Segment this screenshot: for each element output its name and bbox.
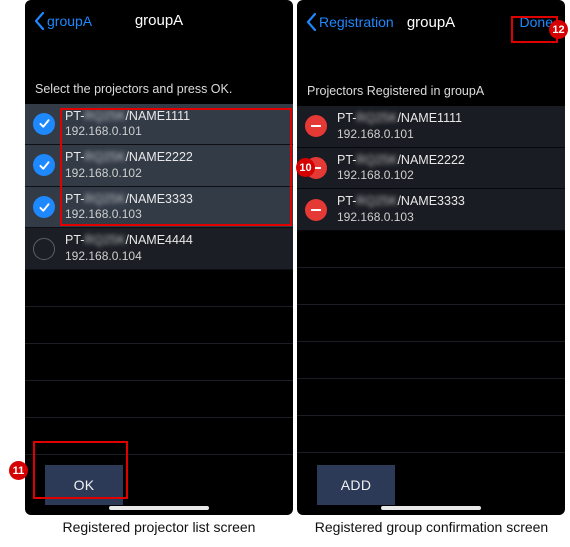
list-item[interactable]: PT-RQ25K/NAME1111 192.168.0.101 bbox=[297, 106, 565, 148]
back-label: Registration bbox=[319, 14, 394, 30]
caption-right: Registered group confirmation screen bbox=[293, 519, 570, 535]
back-button[interactable]: Registration bbox=[303, 10, 396, 34]
list-item[interactable]: PT-RQ25K/NAME3333 192.168.0.103 bbox=[25, 187, 293, 229]
prompt-text: Select the projectors and press OK. bbox=[25, 82, 293, 104]
callout-badge-11: 11 bbox=[9, 461, 28, 480]
remove-icon[interactable] bbox=[305, 199, 327, 221]
radio-empty-icon[interactable] bbox=[33, 238, 55, 260]
registered-list: PT-RQ25K/NAME1111 192.168.0.101 PT-RQ25K… bbox=[297, 106, 565, 231]
list-item[interactable]: PT-RQ25K/NAME1111 192.168.0.101 bbox=[25, 104, 293, 146]
home-indicator[interactable] bbox=[109, 506, 209, 510]
left-screen: groupA groupA Select the projectors and … bbox=[25, 0, 293, 515]
row-text: PT-RQ25K/NAME1111 192.168.0.101 bbox=[65, 109, 190, 140]
row-text: PT-RQ25K/NAME2222 192.168.0.102 bbox=[65, 150, 193, 181]
check-icon[interactable] bbox=[33, 196, 55, 218]
back-button[interactable]: groupA bbox=[31, 9, 94, 33]
navbar: groupA groupA bbox=[25, 0, 293, 42]
chevron-left-icon bbox=[33, 11, 45, 31]
list-item[interactable]: PT-RQ25K/NAME3333 192.168.0.103 bbox=[297, 189, 565, 231]
check-icon[interactable] bbox=[33, 113, 55, 135]
remove-icon[interactable] bbox=[305, 115, 327, 137]
list-item[interactable]: PT-RQ25K/NAME4444 192.168.0.104 bbox=[25, 228, 293, 270]
check-icon[interactable] bbox=[33, 154, 55, 176]
chevron-left-icon bbox=[305, 12, 317, 32]
caption-left: Registered projector list screen bbox=[0, 519, 293, 535]
row-text: PT-RQ25K/NAME3333 192.168.0.103 bbox=[65, 192, 193, 223]
callout-badge-10: 10 bbox=[296, 158, 315, 177]
navbar: Registration groupA Done bbox=[297, 0, 565, 44]
row-text: PT-RQ25K/NAME1111 192.168.0.101 bbox=[337, 111, 462, 142]
back-label: groupA bbox=[47, 13, 92, 29]
list-item[interactable]: PT-RQ25K/NAME2222 192.168.0.102 bbox=[297, 148, 565, 190]
add-button[interactable]: ADD bbox=[317, 465, 395, 505]
prompt-text: Projectors Registered in groupA bbox=[297, 84, 565, 106]
projector-list: PT-RQ25K/NAME1111 192.168.0.101 PT-RQ25K… bbox=[25, 104, 293, 271]
list-item[interactable]: PT-RQ25K/NAME2222 192.168.0.102 bbox=[25, 145, 293, 187]
home-indicator[interactable] bbox=[381, 506, 481, 510]
callout-badge-12: 12 bbox=[549, 20, 568, 39]
row-text: PT-RQ25K/NAME3333 192.168.0.103 bbox=[337, 194, 465, 225]
row-text: PT-RQ25K/NAME4444 192.168.0.104 bbox=[65, 233, 193, 264]
row-text: PT-RQ25K/NAME2222 192.168.0.102 bbox=[337, 153, 465, 184]
ok-button[interactable]: OK bbox=[45, 465, 123, 505]
right-screen: Registration groupA Done Projectors Regi… bbox=[297, 0, 565, 515]
